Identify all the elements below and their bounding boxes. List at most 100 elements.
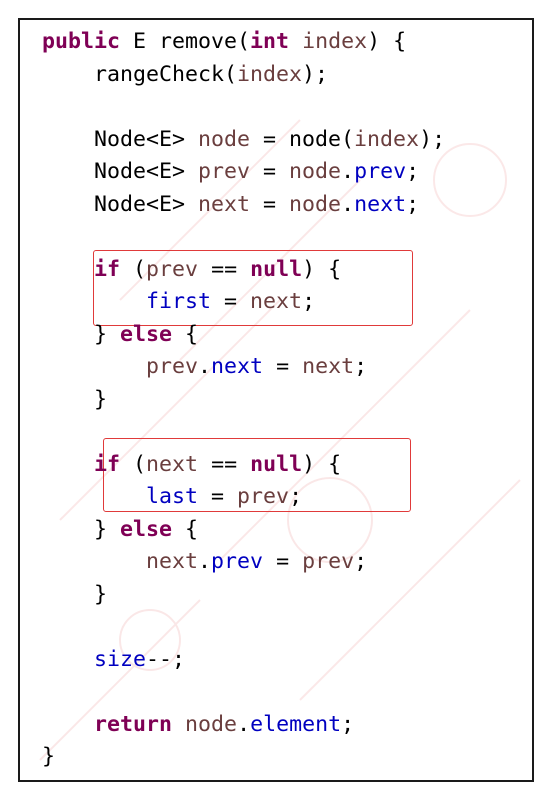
code-token: prev	[146, 354, 199, 379]
code-token: ;	[289, 484, 303, 509]
code-token: }	[42, 386, 108, 412]
code-token: index	[302, 29, 368, 54]
code-line: public E remove(int index) {	[42, 26, 445, 59]
code-token: rangeCheck(	[42, 61, 238, 87]
code-line: first = next;	[42, 286, 445, 319]
code-token: prev	[354, 159, 407, 184]
code-token: node	[289, 191, 342, 217]
code-token: element	[250, 711, 342, 737]
code-token: ;	[354, 354, 368, 379]
code-token: ==	[198, 256, 251, 282]
code-token: =	[250, 159, 290, 184]
code-token: (	[120, 451, 147, 477]
code-token: prev	[302, 549, 355, 574]
code-token: = node(	[250, 126, 355, 152]
code-token: node	[185, 711, 238, 737]
code-token: next	[198, 191, 251, 217]
code-token: --;	[146, 646, 186, 672]
code-token: first	[146, 289, 212, 314]
code-token: prev	[146, 256, 199, 282]
code-line: }	[42, 384, 445, 417]
code-token: index	[237, 61, 303, 87]
code-token: return	[94, 711, 173, 737]
code-token: =	[263, 354, 303, 379]
code-token: ;	[341, 711, 355, 737]
code-token: );	[302, 61, 329, 87]
code-token: else	[120, 516, 173, 542]
code-line: last = prev;	[42, 481, 445, 514]
code-token: ) {	[367, 29, 407, 54]
code-line: if (prev == null) {	[42, 254, 445, 287]
code-token: }	[42, 581, 108, 607]
code-line: size--;	[42, 644, 445, 677]
code-token: =	[263, 549, 303, 574]
code-line: }	[42, 741, 445, 774]
code-token: {	[172, 516, 199, 542]
code-block: public E remove(int index) { rangeCheck(…	[42, 26, 445, 774]
code-token: .	[237, 711, 251, 737]
code-token: prev	[211, 549, 264, 574]
code-token: next	[302, 354, 355, 379]
code-token: {	[172, 321, 199, 347]
code-line: return node.element;	[42, 709, 445, 742]
code-token: if	[94, 256, 121, 282]
code-line: next.prev = prev;	[42, 546, 445, 579]
code-token: Node<E>	[42, 159, 199, 184]
code-token: next	[250, 289, 303, 314]
code-token: =	[198, 484, 238, 509]
code-line: }	[42, 579, 445, 612]
code-token: Node<E>	[42, 126, 199, 152]
code-token: .	[341, 191, 355, 217]
code-token: }	[42, 516, 121, 542]
code-line: rangeCheck(index);	[42, 59, 445, 92]
code-token: );	[419, 126, 446, 152]
code-token: null	[250, 451, 303, 477]
code-token: prev	[237, 484, 290, 509]
code-token: ;	[406, 159, 420, 184]
code-token: next	[354, 191, 407, 217]
code-token: Node<E>	[42, 191, 199, 217]
code-token: public	[42, 29, 121, 54]
code-line: prev.next = next;	[42, 351, 445, 384]
code-token: ;	[302, 289, 316, 314]
code-line: } else {	[42, 514, 445, 547]
code-token: index	[354, 126, 420, 152]
code-token: next	[211, 354, 264, 379]
code-line: Node<E> node = node(index);	[42, 124, 445, 157]
code-line: Node<E> next = node.next;	[42, 189, 445, 222]
code-token: ;	[406, 191, 420, 217]
page: public E remove(int index) { rangeCheck(…	[0, 0, 554, 800]
code-token: next	[146, 549, 199, 574]
code-line: Node<E> prev = node.prev;	[42, 156, 445, 189]
code-token: prev	[198, 159, 251, 184]
code-token: size	[94, 646, 147, 672]
code-token: .	[198, 354, 212, 379]
code-token: =	[250, 191, 290, 217]
code-token: if	[94, 451, 121, 477]
code-token: (	[120, 256, 147, 282]
code-token: else	[120, 321, 173, 347]
code-token: }	[42, 321, 121, 347]
code-token: E remove(	[120, 29, 251, 54]
code-token: ;	[354, 549, 368, 574]
code-token: }	[42, 744, 56, 769]
code-token: .	[198, 549, 212, 574]
code-token: null	[250, 256, 303, 282]
code-token: node	[198, 126, 251, 152]
code-line: if (next == null) {	[42, 449, 445, 482]
code-token: .	[341, 159, 355, 184]
